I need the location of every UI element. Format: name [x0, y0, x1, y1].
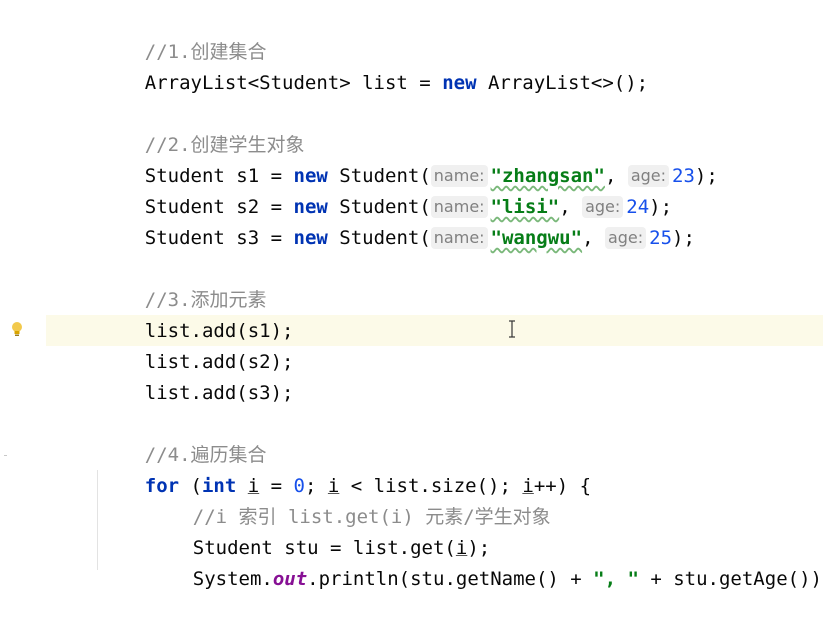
- code-line-student-s3[interactable]: Student s3 = new Student(name: "wangwu", …: [99, 192, 695, 249]
- code-line-student-s2[interactable]: Student s2 = new Student(name: "lisi", ag…: [99, 161, 672, 218]
- code-line-comment-4[interactable]: //4.遍历集合: [99, 409, 267, 466]
- code-text: );: [672, 227, 695, 249]
- code-line-comment-1[interactable]: //1.创建集合: [99, 6, 267, 63]
- param-hint-age: age:: [604, 227, 647, 249]
- code-line-comment-3[interactable]: //3.添加元素: [99, 254, 267, 311]
- static-field-out: out: [272, 568, 308, 590]
- code-text: ,: [582, 227, 605, 249]
- indent-guide: [97, 470, 98, 570]
- variable: s3: [236, 227, 260, 249]
- code-line-comment-2[interactable]: //2.创建学生对象: [99, 99, 305, 156]
- param-hint-name: name:: [430, 227, 488, 249]
- text-cursor-icon: [509, 320, 515, 338]
- code-line-println[interactable]: System.out.println(stu.getName() + ", " …: [147, 533, 823, 590]
- code-text: Student: [144, 227, 237, 249]
- code-text: list.add(s3);: [144, 382, 294, 404]
- code-line-add-s2[interactable]: list.add(s2);: [99, 316, 294, 373]
- number-literal: 25: [649, 227, 673, 249]
- code-line-stu-decl[interactable]: Student stu = list.get(i);: [147, 502, 490, 559]
- code-line-student-s1[interactable]: Student s1 = new Student(name: "zhangsan"…: [99, 130, 718, 187]
- code-text: System.: [192, 568, 273, 590]
- keyword-new: new: [293, 227, 328, 249]
- code-line-list-decl[interactable]: ArrayList<Student> list = new ArrayList<…: [99, 37, 648, 94]
- number-literal: 23: [672, 165, 695, 187]
- code-text: .println(stu.getName() +: [307, 568, 594, 590]
- code-text: =: [259, 227, 294, 249]
- code-text: ArrayList<Student> list =: [144, 72, 443, 94]
- keyword-new: new: [442, 72, 477, 94]
- lightbulb-icon[interactable]: [11, 321, 23, 337]
- editor-gutter[interactable]: [0, 0, 46, 570]
- fold-marker[interactable]: [4, 455, 7, 456]
- string-literal: ", ": [593, 568, 639, 590]
- code-line-comment-5[interactable]: //i 索引 list.get(i) 元素/学生对象: [147, 471, 551, 528]
- code-line-add-s1[interactable]: list.add(s1);: [99, 285, 294, 342]
- code-text: ArrayList<>();: [476, 72, 649, 94]
- string-literal: "wangwu": [490, 227, 583, 249]
- code-text: Student(: [327, 227, 431, 249]
- code-text: );: [694, 165, 718, 187]
- code-line-for[interactable]: for (int i = 0; i < list.size(); i++) {: [99, 440, 591, 497]
- code-text: + stu.getAge());: [638, 568, 823, 590]
- code-line-add-s3[interactable]: list.add(s3);: [99, 347, 294, 404]
